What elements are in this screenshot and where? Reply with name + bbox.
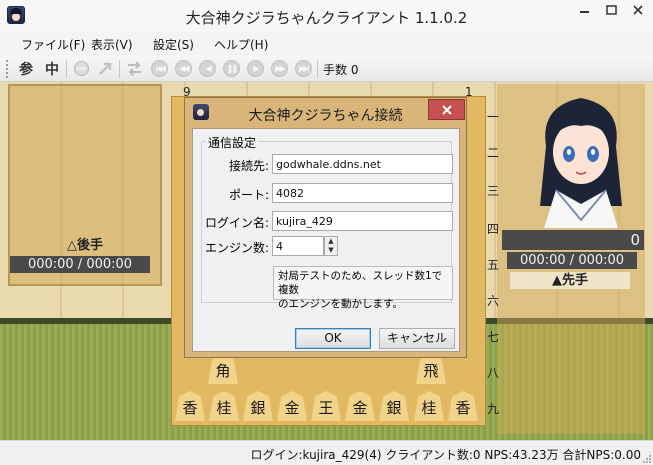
no-entry-icon[interactable]	[73, 60, 90, 77]
pause-button[interactable]: ❚❚	[223, 60, 240, 77]
title-bar: 大合神クジラちゃんクライアント 1.1.0.2	[0, 0, 653, 32]
minimize-button[interactable]	[571, 0, 598, 22]
rank-label: 三	[487, 184, 500, 198]
back-fast-button[interactable]: ◀◀	[175, 60, 192, 77]
spin-up-icon[interactable]: ▲	[325, 237, 337, 246]
close-icon	[633, 5, 643, 15]
last-move-button[interactable]: ▶▶|	[295, 60, 312, 77]
host-input[interactable]	[272, 154, 453, 174]
rank-label: 九	[487, 402, 500, 416]
sente-label: ▲先手	[510, 272, 630, 289]
status-bar: ログイン:kujira_429(4) クライアント数:0 NPS:43.23万 …	[0, 440, 653, 465]
toolbar-separator	[119, 60, 120, 78]
pause-icon: ❚❚	[226, 64, 238, 73]
rank-label: 五	[487, 258, 500, 272]
login-input[interactable]	[272, 211, 453, 231]
fast-forward-icon: ▶▶	[275, 64, 285, 73]
dialog-title: 大合神クジラちゃん接続	[248, 108, 403, 124]
rank-label: 二	[487, 146, 500, 160]
step-back-icon: ◀	[205, 64, 211, 73]
menu-help[interactable]: ヘルプ(H)	[214, 36, 268, 53]
rank-label: 一	[487, 110, 500, 124]
back-button[interactable]: ◀	[199, 60, 216, 77]
toolbar-separator	[66, 60, 67, 78]
connection-dialog: 大合神クジラちゃん接続 通信設定 接続先: ポート: ログイン名: エンジン数:…	[184, 97, 467, 358]
resize-grip-icon[interactable]	[642, 454, 652, 464]
menu-view[interactable]: 表示(V)	[91, 36, 133, 53]
dialog-close-button[interactable]	[428, 99, 465, 120]
swap-icon[interactable]	[126, 60, 143, 77]
gote-label: △後手	[67, 238, 103, 253]
gote-clock: 000:00 / 000:00	[10, 256, 150, 273]
sente-score: 0	[502, 230, 644, 250]
host-label: 接続先:	[228, 159, 269, 173]
ok-button[interactable]: OK	[295, 328, 371, 349]
forward-fast-button[interactable]: ▶▶	[271, 60, 288, 77]
toolbar-separator	[317, 60, 318, 78]
rank-label: 八	[487, 366, 500, 380]
menu-settings[interactable]: 設定(S)	[153, 36, 194, 53]
engines-stepper[interactable]: ▲ ▼	[324, 236, 338, 256]
login-label: ログイン名:	[204, 216, 269, 230]
rank-label: 四	[487, 222, 500, 236]
group-label: 通信設定	[206, 134, 259, 151]
move-count: 手数 0	[323, 63, 359, 77]
spin-down-icon[interactable]: ▼	[325, 246, 337, 255]
close-button[interactable]	[625, 0, 652, 22]
cancel-button[interactable]: キャンセル	[379, 328, 455, 349]
port-label: ポート:	[228, 188, 269, 202]
rank-label: 七	[487, 330, 500, 344]
first-move-button[interactable]: |◀◀	[151, 60, 168, 77]
close-icon	[441, 105, 452, 115]
reference-button[interactable]: 参	[19, 59, 33, 79]
menu-file[interactable]: ファイル(F)	[21, 36, 85, 53]
sente-clock: 000:00 / 000:00	[507, 252, 637, 269]
skip-forward-icon: ▶▶|	[299, 64, 310, 73]
arrow-diagonal-icon[interactable]	[97, 60, 114, 77]
status-text: ログイン:kujira_429(4) クライアント数:0 NPS:43.23万 …	[250, 448, 641, 462]
rewind-icon: ◀◀	[179, 64, 189, 73]
engine-note-line: のエンジンを動かします。	[278, 298, 403, 310]
engine-note-line: 対局テストのため、スレッド数1で複数	[278, 270, 443, 296]
minimize-icon	[580, 11, 589, 13]
rank-label: 六	[487, 294, 500, 308]
toolbar-grip[interactable]	[6, 60, 9, 78]
stop-button[interactable]: 中	[45, 59, 59, 79]
skip-back-icon: |◀◀	[155, 64, 166, 73]
menu-bar: ファイル(F) 表示(V) 設定(S) ヘルプ(H)	[0, 32, 653, 54]
step-forward-icon: ▶	[253, 64, 259, 73]
engines-label: エンジン数:	[204, 241, 269, 255]
engine-note: 対局テストのため、スレッド数1で複数 のエンジンを動かします。	[273, 266, 453, 310]
engines-input[interactable]	[272, 236, 324, 256]
character-avatar	[540, 98, 622, 228]
forward-button[interactable]: ▶	[247, 60, 264, 77]
window-title: 大合神クジラちゃんクライアント 1.1.0.2	[185, 9, 468, 27]
maximize-button[interactable]	[598, 0, 625, 22]
maximize-icon	[606, 5, 617, 15]
toolbar: 参 中 |◀◀ ◀◀ ◀ ❚❚ ▶ ▶▶ ▶▶| 手数 0	[0, 55, 653, 82]
port-input[interactable]	[272, 183, 453, 203]
dialog-body: 通信設定 接続先: ポート: ログイン名: エンジン数: ▲ ▼ 対局テストのた…	[192, 128, 460, 352]
dialog-title-bar[interactable]: 大合神クジラちゃん接続	[185, 98, 466, 128]
